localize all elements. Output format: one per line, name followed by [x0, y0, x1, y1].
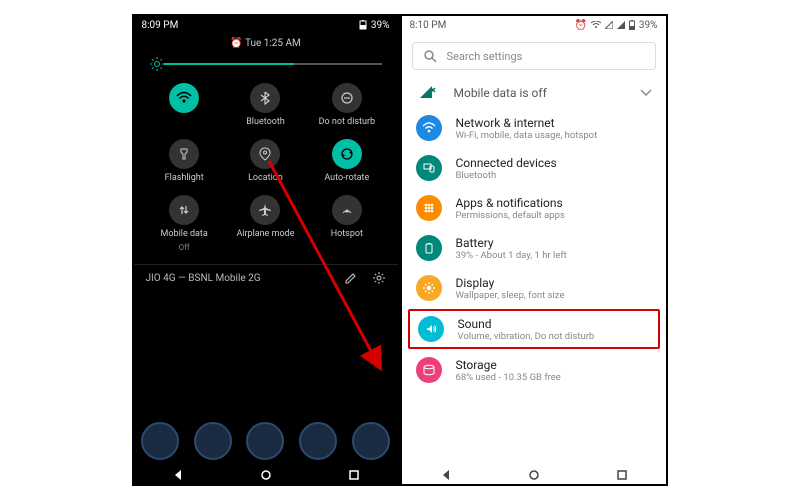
settings-item-subtitle: Permissions, default apps — [456, 210, 565, 221]
qs-tile-autorotate[interactable]: Auto-rotate — [306, 139, 387, 183]
qs-tile-dnd[interactable]: Do not disturb — [306, 83, 387, 127]
signal-off-icon — [420, 86, 436, 100]
dock-app-4[interactable] — [299, 422, 337, 460]
edit-icon[interactable] — [344, 271, 358, 285]
qs-tile-airplane[interactable]: Airplane mode — [225, 195, 306, 252]
alarm-icon: ⏰ — [230, 38, 242, 49]
dock-app-5[interactable] — [352, 422, 390, 460]
qs-tile-location[interactable]: Location — [225, 139, 306, 183]
nav-home-icon[interactable] — [260, 469, 272, 481]
mobile-data-banner[interactable]: Mobile data is off — [402, 78, 666, 108]
display-icon — [416, 275, 442, 301]
settings-item-battery[interactable]: Battery39% - About 1 day, 1 hr left — [402, 228, 666, 268]
settings-item-title: Battery — [456, 236, 567, 250]
hotspot-icon — [340, 203, 354, 217]
settings-item-display[interactable]: DisplayWallpaper, sleep, font size — [402, 268, 666, 308]
airplane-icon — [258, 203, 272, 217]
settings-item-apps-notifications[interactable]: Apps & notificationsPermissions, default… — [402, 188, 666, 228]
dock-app-drawer[interactable] — [246, 422, 284, 460]
settings-item-network-internet[interactable]: Network & internetWi-Fi, mobile, data us… — [402, 108, 666, 148]
nav-back-icon[interactable] — [172, 469, 184, 481]
settings-item-subtitle: 68% used - 10.35 GB free — [456, 372, 561, 383]
qs-tile-bluetooth[interactable]: Bluetooth — [225, 83, 306, 127]
settings-item-subtitle: Wallpaper, sleep, font size — [456, 290, 565, 301]
wifi-icon — [591, 21, 601, 29]
nav-recent-icon[interactable] — [348, 469, 360, 481]
qs-footer: JIO 4G — BSNL Mobile 2G — [134, 264, 398, 291]
settings-item-subtitle: Bluetooth — [456, 170, 557, 181]
settings-item-subtitle: Volume, vibration, Do not disturb — [458, 331, 595, 342]
dnd-icon — [340, 91, 354, 105]
settings-item-sound[interactable]: SoundVolume, vibration, Do not disturb — [408, 309, 660, 349]
sound-icon — [418, 316, 444, 342]
signal-icon-2 — [617, 21, 625, 29]
chevron-down-icon — [640, 89, 652, 97]
qs-date-time: ⏰ Tue 1:25 AM — [134, 34, 398, 53]
settings-item-connected-devices[interactable]: Connected devicesBluetooth — [402, 148, 666, 188]
status-time: 8:09 PM — [142, 20, 179, 31]
alarm-icon: ⏰ — [574, 20, 586, 31]
wifi-icon — [176, 90, 192, 106]
settings-item-title: Network & internet — [456, 116, 598, 130]
settings-item-storage[interactable]: Storage68% used - 10.35 GB free — [402, 350, 666, 390]
storage-icon — [416, 357, 442, 383]
brightness-icon — [150, 57, 164, 71]
qs-tile-flashlight[interactable]: Flashlight — [144, 139, 225, 183]
autorotate-icon — [340, 147, 354, 161]
settings-item-title: Apps & notifications — [456, 196, 565, 210]
location-icon — [259, 147, 271, 161]
network-label: JIO 4G — BSNL Mobile 2G — [146, 273, 261, 284]
settings-item-subtitle: Wi-Fi, mobile, data usage, hotspot — [456, 130, 598, 141]
brightness-slider[interactable] — [134, 53, 398, 75]
gear-icon[interactable] — [372, 271, 386, 285]
settings-item-title: Connected devices — [456, 156, 557, 170]
quick-settings-screen: 8:09 PM 39% ⏰ Tue 1:25 AM — [132, 14, 400, 486]
settings-screen: 8:10 PM ⏰ 39% Search settings Mobile dat… — [400, 14, 668, 486]
bluetooth-icon — [258, 91, 272, 105]
wifi-icon — [416, 115, 442, 141]
status-bar: 8:10 PM ⏰ 39% — [402, 16, 666, 34]
status-bar: 8:09 PM 39% — [134, 16, 398, 34]
nav-back-icon[interactable] — [440, 469, 452, 481]
qs-tiles: Bluetooth Do not disturb Flashlight Loca… — [134, 75, 398, 256]
search-placeholder: Search settings — [447, 50, 523, 63]
signal-icon — [605, 21, 613, 29]
search-icon — [423, 49, 437, 63]
battery-icon — [416, 235, 442, 261]
devices-icon — [416, 155, 442, 181]
apps-icon — [416, 195, 442, 221]
flashlight-icon — [178, 147, 190, 161]
nav-home-icon[interactable] — [528, 469, 540, 481]
search-settings[interactable]: Search settings — [412, 42, 656, 70]
dock-app-1[interactable] — [141, 422, 179, 460]
settings-item-title: Storage — [456, 358, 561, 372]
battery-icon — [359, 20, 367, 30]
qs-tile-hotspot[interactable]: Hotspot — [306, 195, 387, 252]
dock-app-2[interactable] — [194, 422, 232, 460]
nav-bar — [402, 466, 666, 484]
status-battery: 39% — [639, 20, 658, 31]
qs-tile-wifi[interactable] — [144, 83, 225, 127]
settings-item-title: Display — [456, 276, 565, 290]
settings-item-subtitle: 39% - About 1 day, 1 hr left — [456, 250, 567, 261]
status-time: 8:10 PM — [410, 20, 447, 31]
battery-icon — [629, 20, 635, 30]
settings-item-title: Sound — [458, 317, 595, 331]
home-dock — [134, 416, 398, 466]
mobiledata-icon — [177, 203, 191, 217]
settings-list: Network & internetWi-Fi, mobile, data us… — [402, 108, 666, 390]
nav-recent-icon[interactable] — [616, 469, 628, 481]
status-battery: 39% — [371, 20, 390, 31]
qs-tile-mobiledata[interactable]: Mobile data Off — [144, 195, 225, 252]
nav-bar — [134, 466, 398, 484]
